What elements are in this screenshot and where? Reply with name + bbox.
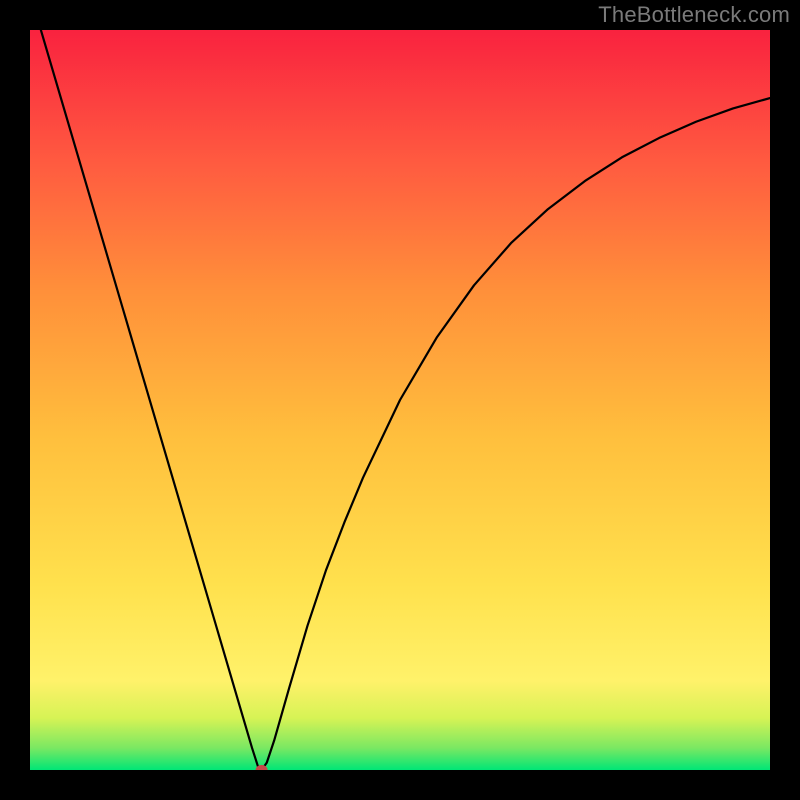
chart-frame: TheBottleneck.com [0, 0, 800, 800]
plot-area [30, 30, 770, 770]
watermark-text: TheBottleneck.com [598, 2, 790, 28]
chart-svg [30, 30, 770, 770]
